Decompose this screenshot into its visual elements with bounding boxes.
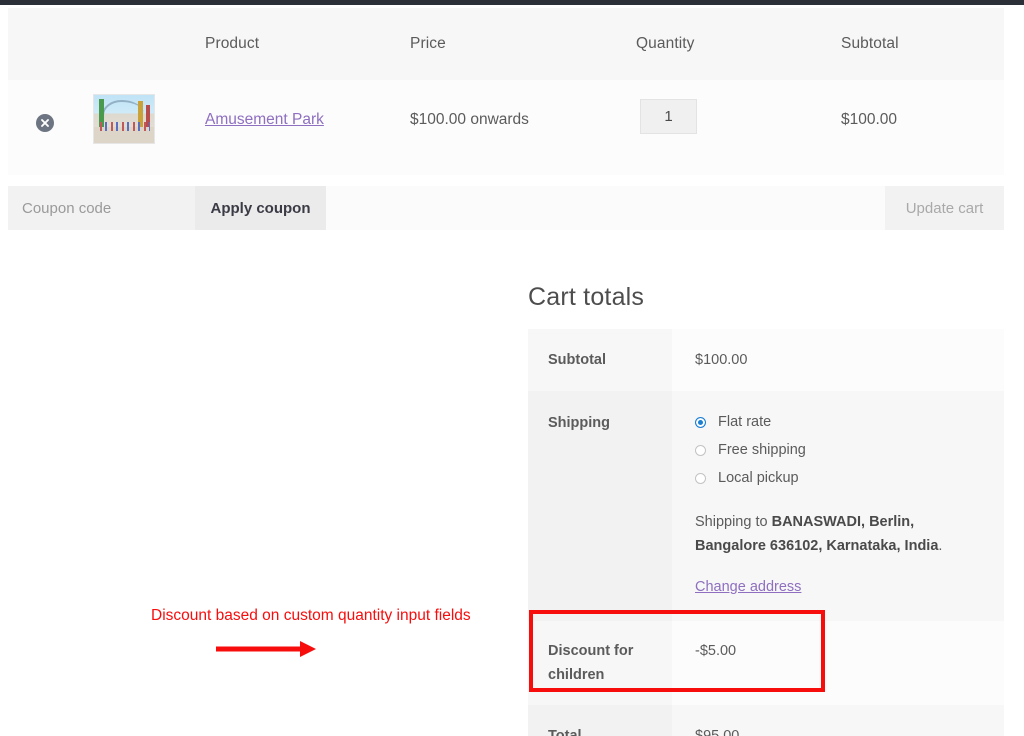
shipping-option-flat-rate[interactable]: Flat rate: [695, 408, 984, 436]
remove-circle-x-icon[interactable]: [36, 114, 54, 132]
product-link[interactable]: Amusement Park: [205, 111, 324, 129]
discount-label: Discount for children: [528, 621, 672, 705]
header-price: Price: [408, 35, 624, 53]
annotation-arrow-icon: [216, 640, 316, 658]
shipping-to-prefix: Shipping to: [695, 514, 772, 530]
shipping-option-label: Flat rate: [718, 410, 771, 434]
header-product: Product: [196, 35, 408, 53]
shipping-option-local-pickup[interactable]: Local pickup: [695, 464, 984, 492]
shipping-row: Shipping Flat rate Free shipping Local p…: [528, 391, 1004, 621]
subtotal-label: Subtotal: [528, 329, 672, 391]
subtotal-value: $100.00: [672, 329, 1004, 391]
quantity-cell: 1: [624, 80, 832, 134]
cart-totals-title: Cart totals: [528, 283, 644, 312]
coupon-row: Apply coupon Update cart: [8, 186, 1004, 230]
cart-items-table: Product Price Quantity Subtotal: [8, 8, 1004, 175]
shipping-destination: Shipping to BANASWADI, Berlin, Bangalore…: [695, 510, 981, 558]
discount-value: -$5.00: [672, 621, 1004, 705]
remove-cell: [8, 80, 76, 132]
product-subtotal: $100.00: [841, 111, 1004, 129]
discount-row: Discount for children -$5.00: [528, 621, 1004, 705]
coupon-code-input[interactable]: [8, 186, 195, 230]
shipping-option-label: Free shipping: [718, 438, 806, 462]
subtotal-row: Subtotal $100.00: [528, 329, 1004, 391]
product-name-cell: Amusement Park: [196, 80, 408, 129]
shipping-option-free-shipping[interactable]: Free shipping: [695, 436, 984, 464]
cart-table-header-row: Product Price Quantity Subtotal: [8, 8, 1004, 80]
subtotal-cell: $100.00: [832, 80, 1004, 129]
table-row: Amusement Park $100.00 onwards 1 $100.00: [8, 80, 1004, 175]
coupon-spacer: [326, 186, 885, 230]
quantity-input[interactable]: 1: [640, 99, 697, 134]
annotation-text: Discount based on custom quantity input …: [151, 607, 471, 625]
cart-totals-table: Subtotal $100.00 Shipping Flat rate Free…: [528, 329, 1004, 736]
shipping-label: Shipping: [528, 391, 672, 621]
radio-icon-local-pickup[interactable]: [695, 473, 706, 484]
apply-coupon-button[interactable]: Apply coupon: [195, 186, 326, 230]
total-row: Total $95.00: [528, 705, 1004, 736]
change-address-link[interactable]: Change address: [695, 575, 801, 599]
radio-icon-free-shipping[interactable]: [695, 445, 706, 456]
header-quantity: Quantity: [624, 35, 832, 53]
cart-page: Product Price Quantity Subtotal: [0, 0, 1024, 736]
price-cell: $100.00 onwards: [408, 80, 624, 129]
radio-icon-flat-rate[interactable]: [695, 417, 706, 428]
header-subtotal: Subtotal: [832, 35, 1004, 53]
top-dark-bar: [0, 0, 1024, 5]
product-price: $100.00 onwards: [410, 111, 624, 129]
update-cart-button[interactable]: Update cart: [885, 186, 1004, 230]
shipping-to-suffix: .: [938, 538, 942, 554]
shipping-option-label: Local pickup: [718, 466, 799, 490]
amusement-park-thumbnail[interactable]: [93, 94, 155, 144]
total-label: Total: [528, 705, 672, 736]
thumbnail-cell: [76, 80, 196, 144]
shipping-value: Flat rate Free shipping Local pickup Shi…: [672, 391, 1004, 621]
total-value: $95.00: [672, 705, 1004, 736]
